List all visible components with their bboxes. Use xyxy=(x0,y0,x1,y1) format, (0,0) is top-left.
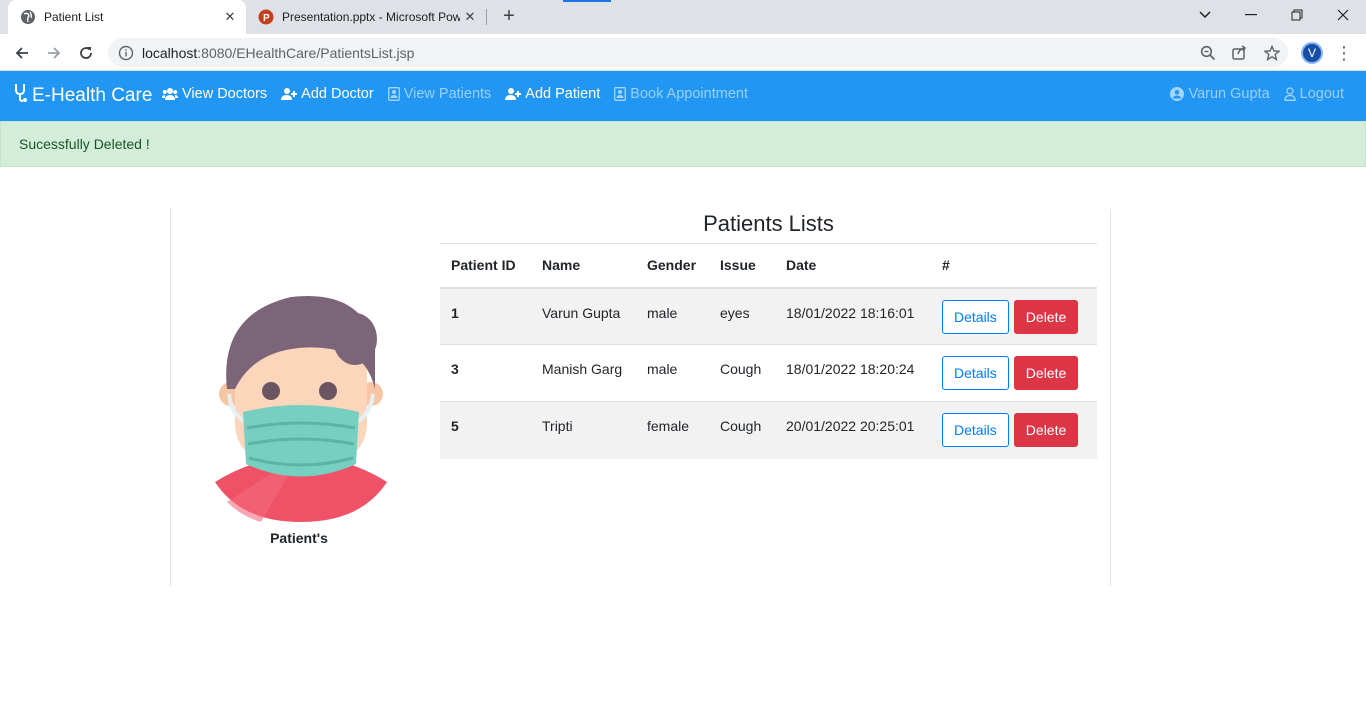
nav-logout[interactable]: Logout xyxy=(1283,86,1344,102)
stethoscope-icon xyxy=(14,83,28,109)
tab-presentation[interactable]: P Presentation.pptx - Microsoft Pow ✕ xyxy=(250,0,486,34)
close-tab-icon[interactable]: ✕ xyxy=(460,9,480,25)
nav-label: Add Doctor xyxy=(301,86,374,102)
globe-icon xyxy=(20,9,36,25)
col-actions: # xyxy=(931,243,1097,289)
cell-actions: Details Delete xyxy=(931,344,1097,402)
brand-text: E-Health Care xyxy=(32,85,153,106)
col-issue: Issue xyxy=(709,243,775,289)
nav-user-profile[interactable]: Varun Gupta xyxy=(1170,86,1270,102)
col-name: Name xyxy=(531,243,636,289)
nav-label: Book Appointment xyxy=(630,86,748,102)
app-navbar: E-Health Care View Doctors Add Doctor Vi… xyxy=(0,71,1366,121)
cell-name: Varun Gupta xyxy=(531,287,636,345)
user-plus-icon xyxy=(281,87,298,101)
table-row: 3 Manish Garg male Cough 18/01/2022 18:2… xyxy=(440,344,1097,402)
new-tab-button[interactable]: + xyxy=(498,6,520,28)
nav-label: View Doctors xyxy=(182,86,268,102)
tab-separator xyxy=(486,9,487,25)
cell-gender: male xyxy=(636,344,709,402)
cell-name: Manish Garg xyxy=(531,344,636,402)
minimize-button[interactable] xyxy=(1228,0,1274,30)
nav-user-name: Varun Gupta xyxy=(1188,86,1270,102)
id-card-icon xyxy=(387,87,400,101)
cell-patient-id: 3 xyxy=(440,344,531,402)
reload-icon[interactable] xyxy=(74,41,98,65)
page-title: Patients Lists xyxy=(703,211,834,236)
cell-date: 20/01/2022 20:25:01 xyxy=(775,401,931,459)
users-icon xyxy=(162,87,178,101)
nav-links: View Doctors Add Doctor View Patients Ad… xyxy=(162,86,762,102)
id-card-icon xyxy=(614,87,627,101)
cell-actions: Details Delete xyxy=(931,401,1097,459)
browser-tab-bar: Patient List ✕ P Presentation.pptx - Mic… xyxy=(0,0,1366,34)
user-circle-icon xyxy=(1170,87,1185,101)
details-button[interactable]: Details xyxy=(942,356,1009,390)
powerpoint-icon: P xyxy=(258,9,274,25)
url-field[interactable]: localhost:8080/EHealthCare/PatientsList.… xyxy=(108,38,1288,67)
cell-name: Tripti xyxy=(531,401,636,459)
nav-view-doctors[interactable]: View Doctors xyxy=(162,86,267,102)
table-header-row: Patient ID Name Gender Issue Date # xyxy=(440,243,1097,289)
col-patient-id: Patient ID xyxy=(440,243,531,289)
patient-mask-illustration xyxy=(215,295,387,522)
cell-actions: Details Delete xyxy=(931,287,1097,345)
cell-patient-id: 5 xyxy=(440,401,531,459)
back-arrow-icon[interactable] xyxy=(10,41,34,65)
tab-title: Patient List xyxy=(44,10,104,24)
nav-label: View Patients xyxy=(403,86,492,102)
forward-arrow-icon[interactable] xyxy=(42,41,66,65)
close-tab-icon[interactable]: ✕ xyxy=(220,9,240,25)
delete-button[interactable]: Delete xyxy=(1013,413,1079,447)
user-plus-icon xyxy=(505,87,522,101)
zoom-icon[interactable] xyxy=(1198,43,1218,63)
delete-button[interactable]: Delete xyxy=(1013,299,1079,334)
url-path: :8080/EHealthCare/PatientsList.jsp xyxy=(197,44,415,61)
details-button[interactable]: Details xyxy=(942,413,1009,447)
bookmark-star-icon[interactable] xyxy=(1262,43,1282,63)
cell-issue: Cough xyxy=(709,401,775,459)
details-button[interactable]: Details xyxy=(942,299,1009,334)
nav-logout-label: Logout xyxy=(1299,86,1344,102)
profile-avatar[interactable]: V xyxy=(1301,42,1323,64)
brand-link[interactable]: E-Health Care xyxy=(14,84,152,108)
svg-text:P: P xyxy=(263,13,270,24)
site-info-icon[interactable] xyxy=(118,45,134,61)
nav-view-patients[interactable]: View Patients xyxy=(387,86,492,102)
table-row: 1 Varun Gupta male eyes 18/01/2022 18:16… xyxy=(440,287,1097,345)
col-gender: Gender xyxy=(636,243,709,289)
browser-menu-icon[interactable]: ⋮ xyxy=(1334,42,1354,64)
cell-issue: eyes xyxy=(709,287,775,345)
tab-search-icon[interactable] xyxy=(1182,0,1228,30)
cell-gender: male xyxy=(636,287,709,345)
tab-patient-list[interactable]: Patient List ✕ xyxy=(8,0,246,34)
nav-book-appointment[interactable]: Book Appointment xyxy=(614,86,748,102)
delete-button[interactable]: Delete xyxy=(1013,356,1079,390)
restore-button[interactable] xyxy=(1274,0,1320,30)
alert-message: Sucessfully Deleted ! xyxy=(19,136,150,152)
table-row: 5 Tripti female Cough 20/01/2022 20:25:0… xyxy=(440,401,1097,459)
cell-date: 18/01/2022 18:16:01 xyxy=(775,287,931,345)
share-icon[interactable] xyxy=(1229,43,1249,63)
tab-strip-accent xyxy=(563,0,611,2)
col-date: Date xyxy=(775,243,931,289)
close-window-button[interactable] xyxy=(1320,0,1366,30)
url-host: localhost xyxy=(142,44,198,61)
nav-add-patient[interactable]: Add Patient xyxy=(505,86,600,102)
cell-patient-id: 1 xyxy=(440,287,531,345)
patients-card: Patient's Patients Lists Patient ID Name… xyxy=(170,209,1111,586)
cell-issue: Cough xyxy=(709,344,775,402)
patients-table: Patient ID Name Gender Issue Date # 1 Va… xyxy=(440,243,1097,459)
address-bar-row: localhost:8080/EHealthCare/PatientsList.… xyxy=(0,34,1366,71)
nav-add-doctor[interactable]: Add Doctor xyxy=(281,86,374,102)
success-alert: Sucessfully Deleted ! xyxy=(0,121,1366,167)
cell-date: 18/01/2022 18:20:24 xyxy=(775,344,931,402)
cell-gender: female xyxy=(636,401,709,459)
nav-label: Add Patient xyxy=(525,86,601,102)
tab-title: Presentation.pptx - Microsoft Pow xyxy=(282,10,460,24)
nav-user-area: Varun Gupta Logout xyxy=(1170,86,1344,102)
patient-caption: Patient's xyxy=(270,530,328,546)
user-outline-icon xyxy=(1283,87,1296,101)
